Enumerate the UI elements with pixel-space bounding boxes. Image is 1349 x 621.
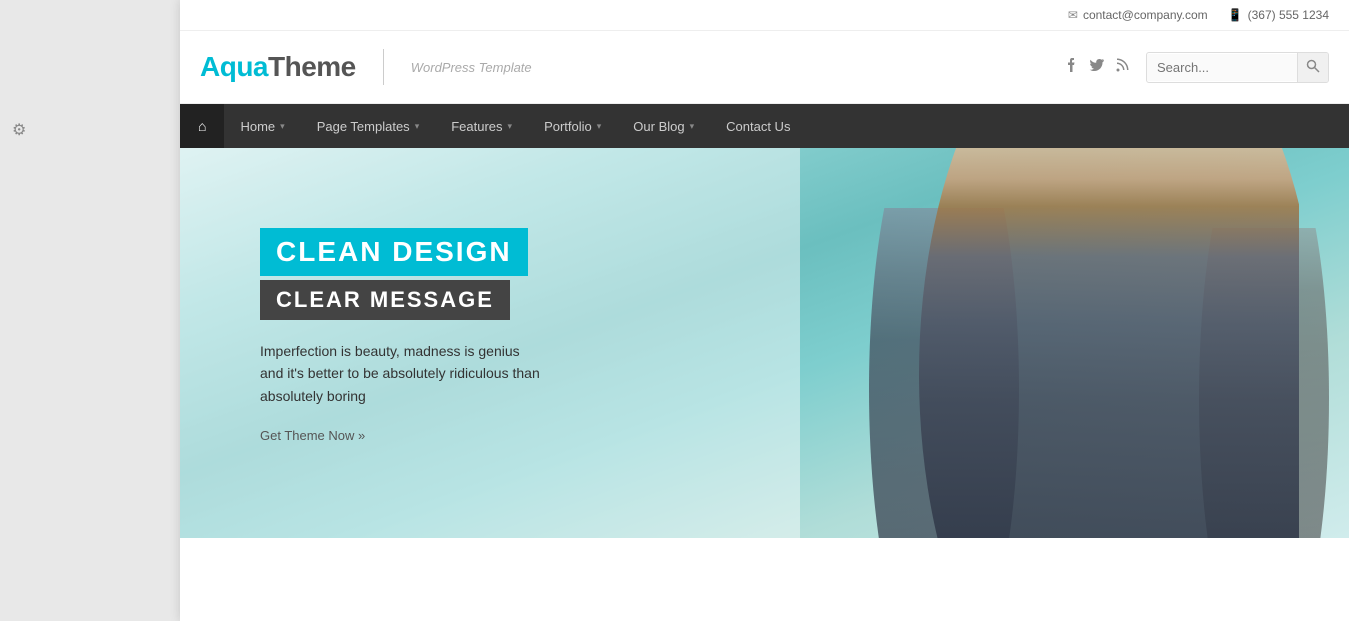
nav-label-our-blog: Our Blog bbox=[633, 119, 684, 134]
header-right bbox=[1063, 52, 1329, 83]
logo-tagline: WordPress Template bbox=[411, 60, 532, 75]
phone-number: (367) 555 1234 bbox=[1248, 8, 1329, 22]
phone-icon: 📱 bbox=[1228, 8, 1243, 22]
nav-label-portfolio: Portfolio bbox=[544, 119, 592, 134]
nav-item-features[interactable]: Features ▾ bbox=[435, 105, 528, 148]
email-contact: ✉ contact@company.com bbox=[1068, 8, 1208, 22]
nav-label-contact-us: Contact Us bbox=[726, 119, 790, 134]
main-nav: ⌂ Home ▾ Page Templates ▾ Features ▾ Por… bbox=[180, 104, 1349, 148]
hero-description: Imperfection is beauty, madness is geniu… bbox=[260, 340, 540, 407]
nav-item-portfolio[interactable]: Portfolio ▾ bbox=[528, 105, 617, 148]
logo-theme: Theme bbox=[268, 51, 356, 82]
social-icons bbox=[1063, 57, 1131, 78]
search-button[interactable] bbox=[1297, 53, 1328, 82]
nav-arrow-page-templates: ▾ bbox=[415, 121, 420, 132]
nav-label-home: Home bbox=[240, 119, 275, 134]
nav-home-button[interactable]: ⌂ bbox=[180, 104, 224, 148]
nav-arrow-features: ▾ bbox=[508, 121, 513, 132]
nav-item-home[interactable]: Home ▾ bbox=[224, 105, 300, 148]
search-input[interactable] bbox=[1147, 54, 1297, 81]
hero-cta-button[interactable]: Get Theme Now » bbox=[260, 428, 365, 443]
facebook-icon[interactable] bbox=[1063, 57, 1079, 78]
phone-contact: 📱 (367) 555 1234 bbox=[1228, 8, 1329, 22]
nav-item-contact-us[interactable]: Contact Us bbox=[710, 105, 806, 148]
twitter-icon[interactable] bbox=[1089, 57, 1105, 78]
logo-aqua: Aqua bbox=[200, 51, 268, 82]
rss-icon[interactable] bbox=[1115, 57, 1131, 78]
email-address: contact@company.com bbox=[1083, 8, 1208, 22]
nav-item-page-templates[interactable]: Page Templates ▾ bbox=[301, 105, 436, 148]
nav-arrow-portfolio: ▾ bbox=[597, 121, 602, 132]
person-main-silhouette bbox=[899, 148, 1299, 538]
nav-label-features: Features bbox=[451, 119, 502, 134]
hero-title-2: CLEAR MESSAGE bbox=[260, 280, 510, 320]
top-bar: ✉ contact@company.com 📱 (367) 555 1234 bbox=[180, 0, 1349, 31]
nav-item-our-blog[interactable]: Our Blog ▾ bbox=[617, 105, 710, 148]
hero-content: CLEAN DESIGN CLEAR MESSAGE Imperfection … bbox=[260, 228, 540, 445]
logo-divider bbox=[383, 49, 384, 85]
site-header: AquaTheme WordPress Template bbox=[180, 31, 1349, 104]
hero-title-1: CLEAN DESIGN bbox=[260, 228, 528, 276]
logo-area: AquaTheme WordPress Template bbox=[200, 49, 532, 85]
email-icon: ✉ bbox=[1068, 8, 1078, 22]
search-box[interactable] bbox=[1146, 52, 1329, 83]
hero-section: CLEAN DESIGN CLEAR MESSAGE Imperfection … bbox=[180, 148, 1349, 538]
nav-arrow-our-blog: ▾ bbox=[690, 121, 695, 132]
logo[interactable]: AquaTheme bbox=[200, 51, 356, 83]
nav-arrow-home: ▾ bbox=[280, 121, 285, 132]
nav-label-page-templates: Page Templates bbox=[317, 119, 410, 134]
home-icon: ⌂ bbox=[198, 118, 206, 134]
